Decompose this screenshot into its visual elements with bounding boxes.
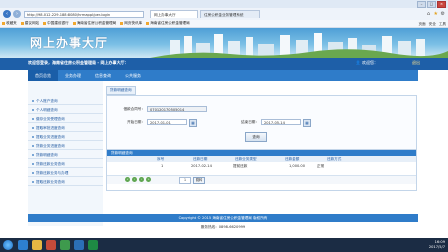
sidebar-item[interactable]: 个人账户查询: [28, 97, 103, 105]
favorite-item[interactable]: 中国建设银行: [43, 21, 69, 26]
breadcrumb: 贷款明细查询: [106, 86, 136, 95]
sidebar-item[interactable]: 贷款还款业务与办理: [28, 169, 103, 177]
results-panel: 贷款明细查询 序号 还款日期 还款业务类型 还款金额 还款方式 1 2017-0…: [106, 149, 417, 191]
page-icon: [120, 21, 124, 25]
window-controls: – □ ×: [417, 1, 446, 8]
footer-hotline: 服务热线：0898-6620999: [200, 225, 246, 229]
app-icon[interactable]: [46, 240, 56, 250]
page-icon: [146, 21, 150, 25]
home-icon[interactable]: ⌂: [427, 11, 430, 17]
back-icon[interactable]: ‹: [3, 10, 11, 18]
sidebar-item[interactable]: 贷款业务进度查询: [28, 142, 103, 150]
column-header: 还款金额: [285, 157, 300, 161]
column-header: 序号: [157, 157, 165, 161]
column-header: 还款业务类型: [235, 157, 257, 161]
tools-menu[interactable]: 工具: [439, 22, 446, 27]
favorite-item[interactable]: 收藏夹: [2, 21, 17, 26]
forward-icon[interactable]: ›: [13, 10, 21, 18]
end-date-label: 结束日期：: [241, 120, 259, 124]
end-date-input[interactable]: 2017-05-14: [261, 119, 301, 125]
star-icon: [2, 21, 5, 25]
cell-method: 正常: [317, 164, 325, 168]
tab-wangshang[interactable]: 网上办事大厅: [150, 10, 198, 18]
welcome-bar: 欢迎您登录，海南省住房公积金管理局 - 网上办事大厅： 👤 欢迎您： 退出: [0, 58, 448, 70]
maximize-button[interactable]: □: [427, 1, 436, 8]
menu-item-business[interactable]: 业务办理: [58, 70, 88, 81]
welcome-message: 欢迎您登录，海南省住房公积金管理局 - 网上办事大厅：: [28, 60, 129, 65]
site-banner: 网上办事大厅: [0, 28, 448, 58]
ie-icon[interactable]: [18, 240, 28, 250]
site-title: 网上办事大厅: [30, 36, 109, 50]
start-icon[interactable]: [3, 240, 13, 250]
main-content: 贷款明细查询 借款合同号： 070120170505014 开始日期： 2017…: [103, 81, 418, 226]
page-icon: [20, 21, 24, 25]
gear-icon[interactable]: ⚙: [441, 11, 445, 17]
page-number-input[interactable]: 1: [179, 177, 191, 184]
star-icon[interactable]: ★: [434, 11, 438, 17]
cell-date: 2017-02-14: [191, 164, 212, 168]
cell-index: 1: [161, 164, 164, 168]
clock-date: 2017/5/7: [428, 245, 445, 249]
query-form: 借款合同号： 070120170505014 开始日期： 2017-01-01 …: [106, 95, 417, 153]
contract-input[interactable]: 070120170505014: [147, 106, 207, 112]
pager: « ‹ › » 1 跳转: [107, 175, 416, 184]
main-menu: 首页总览 业务办理 信息查询 公共服务: [28, 70, 418, 81]
clock: 16:09 2017/5/7: [429, 240, 445, 250]
browser-tools: 页面 安全 工具: [418, 20, 446, 28]
word-icon[interactable]: [74, 240, 84, 250]
page-icon: [43, 21, 47, 25]
minimize-button[interactable]: –: [417, 1, 426, 8]
menu-item-query[interactable]: 信息查询: [88, 70, 118, 81]
sidebar-item[interactable]: 贷款明细查询: [28, 151, 103, 159]
sidebar-item[interactable]: 提取审批进度查询: [28, 124, 103, 132]
page-menu[interactable]: 页面: [418, 22, 425, 27]
results-header: 序号 还款日期 还款业务类型 还款金额 还款方式: [107, 156, 416, 162]
favorites-bar: 收藏夹 建议网站 中国建设银行 海南省住房公积金管理局 网页快讯库 海南省住房公…: [0, 20, 448, 28]
menu-item-home[interactable]: 首页总览: [28, 70, 58, 81]
app-icon[interactable]: [60, 240, 70, 250]
sidebar-item[interactable]: 贷款还款业务查询: [28, 160, 103, 168]
close-button[interactable]: ×: [437, 1, 446, 8]
prev-page-icon[interactable]: ‹: [132, 177, 137, 182]
next-page-icon[interactable]: ›: [139, 177, 144, 182]
sidebar-item[interactable]: 缴存业务受理查询: [28, 115, 103, 123]
sidebar-item[interactable]: 提取还款业务查询: [28, 178, 103, 186]
contract-label: 借款合同号：: [123, 107, 145, 111]
safety-menu[interactable]: 安全: [429, 22, 436, 27]
favorite-item[interactable]: 建议网站: [20, 21, 39, 26]
excel-icon[interactable]: [88, 240, 98, 250]
url-input[interactable]: http://98.012.229.188:8080/hrmappl/per-l…: [24, 10, 144, 18]
favorite-item[interactable]: 网页快讯库: [120, 21, 142, 26]
tab-housing-system[interactable]: 住房公积金业务管理系统: [200, 10, 260, 18]
column-header: 还款日期: [193, 157, 208, 161]
city-skyline-image: [150, 33, 448, 58]
calendar-icon[interactable]: ▦: [189, 119, 197, 127]
first-page-icon[interactable]: «: [125, 177, 130, 182]
favorite-item[interactable]: 海南省住房公积金管理局: [146, 21, 190, 26]
table-row[interactable]: 1 2017-02-14 提前还款 1,000.00 正常: [107, 163, 416, 169]
menu-item-public[interactable]: 公共服务: [118, 70, 148, 81]
user-info: 👤 欢迎您：: [355, 60, 378, 65]
last-page-icon[interactable]: »: [146, 177, 151, 182]
start-date-input[interactable]: 2017-01-01: [147, 119, 187, 125]
page-icon: [72, 21, 76, 25]
taskbar: 16:09 2017/5/7: [0, 238, 448, 252]
folder-icon[interactable]: [32, 240, 42, 250]
footer-copyright: Copyright © 2015 海南省住房公积金管理局 版权所有: [28, 214, 418, 222]
sidebar-item[interactable]: 提取业务进度查询: [28, 133, 103, 141]
sidebar: 个人账户查询 个人明细查询 缴存业务受理查询 提取审批进度查询 提取业务进度查询…: [28, 81, 104, 226]
cell-type: 提前还款: [233, 164, 248, 168]
column-header: 还款方式: [327, 157, 342, 161]
sidebar-item[interactable]: 个人明细查询: [28, 106, 103, 114]
logout-link[interactable]: 退出: [412, 60, 420, 66]
cell-amount: 1,000.00: [289, 164, 306, 168]
window-titlebar: – □ ×: [0, 0, 448, 8]
go-page-button[interactable]: 跳转: [193, 177, 205, 184]
calendar-icon[interactable]: ▦: [303, 119, 311, 127]
start-date-label: 开始日期：: [127, 120, 145, 124]
query-button[interactable]: 查询: [245, 132, 267, 142]
favorite-item[interactable]: 海南省住房公积金管理局: [72, 21, 116, 26]
